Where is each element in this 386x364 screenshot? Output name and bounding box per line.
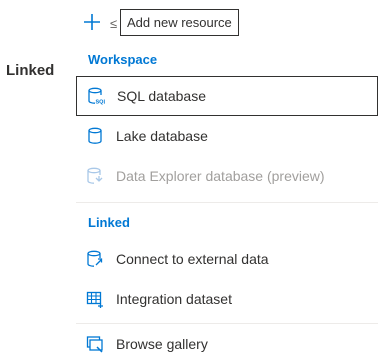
obscured-toolbar-text: ≤	[110, 16, 118, 31]
section-header-linked: Linked	[88, 215, 130, 230]
lake-database-icon	[86, 127, 104, 145]
menu-item-label: Integration dataset	[116, 291, 232, 307]
menu-item-label: SQL database	[117, 88, 206, 104]
menu-item-label: Data Explorer database (preview)	[116, 168, 325, 184]
section-header-workspace: Workspace	[88, 52, 158, 67]
data-explorer-database-icon	[86, 167, 104, 185]
menu-item-connect-external-data[interactable]: Connect to external data	[76, 239, 378, 279]
sql-database-icon: SQL	[87, 87, 105, 105]
svg-text:SQL: SQL	[96, 100, 106, 106]
integration-dataset-icon	[86, 290, 104, 308]
connect-external-data-icon	[86, 250, 104, 268]
menu-item-label: Lake database	[116, 128, 208, 144]
linked-side-label: Linked	[6, 62, 55, 79]
menu-item-lake-database[interactable]: Lake database	[76, 116, 378, 156]
menu-item-label: Connect to external data	[116, 251, 269, 267]
menu-item-label: Browse gallery	[116, 336, 208, 352]
add-new-resource-button[interactable]	[78, 8, 106, 36]
tooltip-add-new-resource: Add new resource	[120, 9, 239, 36]
browse-gallery-icon	[86, 335, 104, 353]
menu-item-data-explorer-database[interactable]: Data Explorer database (preview)	[76, 156, 378, 196]
menu-item-browse-gallery[interactable]: Browse gallery	[76, 324, 378, 364]
menu-item-sql-database[interactable]: SQL SQL database	[76, 76, 378, 116]
section-divider	[76, 202, 378, 203]
add-resource-menu: Workspace SQL SQL database Lake database	[76, 44, 378, 359]
plus-icon	[84, 14, 100, 30]
menu-item-integration-dataset[interactable]: Integration dataset	[76, 279, 378, 319]
